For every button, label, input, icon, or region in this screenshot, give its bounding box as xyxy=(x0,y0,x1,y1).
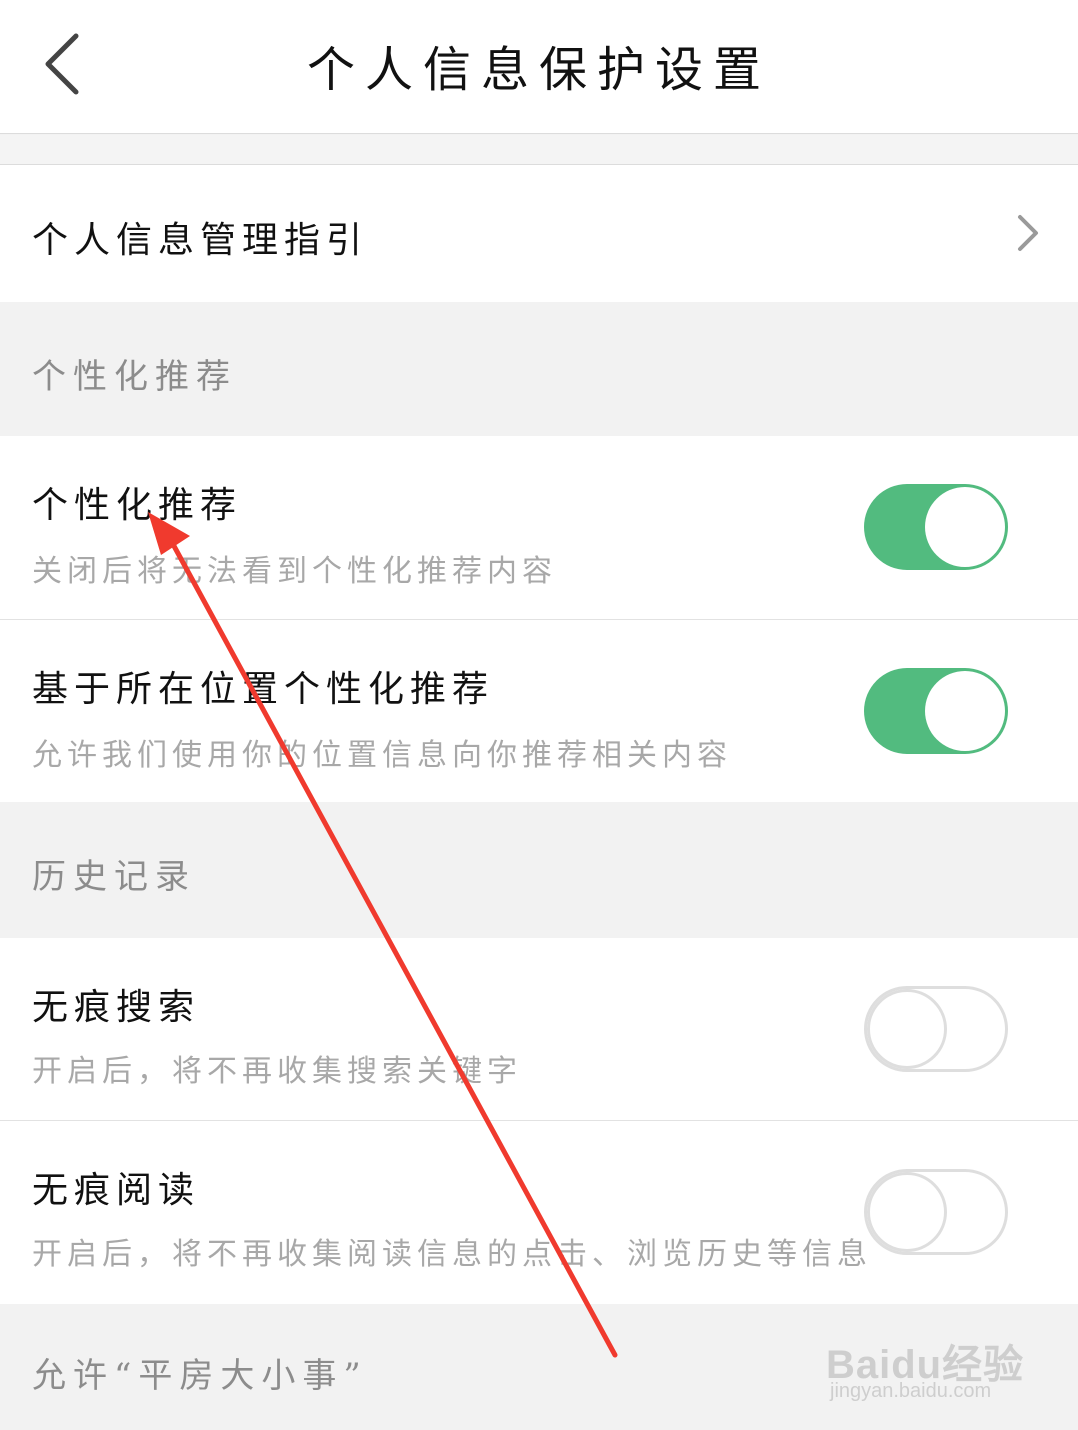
page-title: 个人信息保护设置 xyxy=(306,42,771,98)
section-header-history: 历史记录 xyxy=(0,802,1078,938)
setting-title: 个性化推荐 xyxy=(32,485,243,526)
setting-row-location: 基于所在位置个性化推荐 允许我们使用你的位置信息向你推荐相关内容 xyxy=(0,620,1078,802)
setting-row-incognito-read: 无痕阅读 开启后，将不再收集阅读信息的点击、浏览历史等信息 xyxy=(0,1121,1078,1304)
personalized-toggle[interactable] xyxy=(864,484,1008,570)
watermark-url: jingyan.baidu.com xyxy=(830,1380,992,1402)
toggle-knob xyxy=(925,671,1005,751)
setting-row-incognito-search: 无痕搜索 开启后，将不再收集搜索关键字 xyxy=(0,938,1078,1121)
guide-label: 个人信息管理指引 xyxy=(32,220,369,261)
toggle-knob xyxy=(867,989,947,1069)
setting-title: 基于所在位置个性化推荐 xyxy=(32,669,495,710)
top-nav-bar: 个人信息保护设置 xyxy=(0,0,1078,134)
personal-info-guide-row[interactable]: 个人信息管理指引 xyxy=(0,165,1078,302)
baidu-jingyan-watermark: Baidu经验 jingyan.baidu.com xyxy=(826,1312,1026,1412)
section-label: 历史记录 xyxy=(32,857,196,897)
section-header-personalization: 个性化推荐 xyxy=(0,302,1078,436)
incognito-read-toggle[interactable] xyxy=(864,1169,1008,1255)
setting-title: 无痕阅读 xyxy=(32,1170,201,1211)
setting-subtitle: 开启后，将不再收集搜索关键字 xyxy=(32,1054,522,1089)
section-label: 允许“平房大小事” xyxy=(32,1356,368,1396)
toggle-knob xyxy=(925,487,1005,567)
setting-title: 无痕搜索 xyxy=(32,987,201,1028)
setting-subtitle: 允许我们使用你的位置信息向你推荐相关内容 xyxy=(32,738,732,773)
top-spacer xyxy=(0,135,1078,165)
setting-row-personalized: 个性化推荐 关闭后将无法看到个性化推荐内容 xyxy=(0,436,1078,620)
setting-subtitle: 开启后，将不再收集阅读信息的点击、浏览历史等信息 xyxy=(32,1237,872,1272)
section-label: 个性化推荐 xyxy=(32,357,237,397)
chevron-right-icon xyxy=(1018,215,1038,251)
location-toggle[interactable] xyxy=(864,668,1008,754)
toggle-knob xyxy=(867,1172,947,1252)
incognito-search-toggle[interactable] xyxy=(864,986,1008,1072)
setting-subtitle: 关闭后将无法看到个性化推荐内容 xyxy=(32,554,557,589)
